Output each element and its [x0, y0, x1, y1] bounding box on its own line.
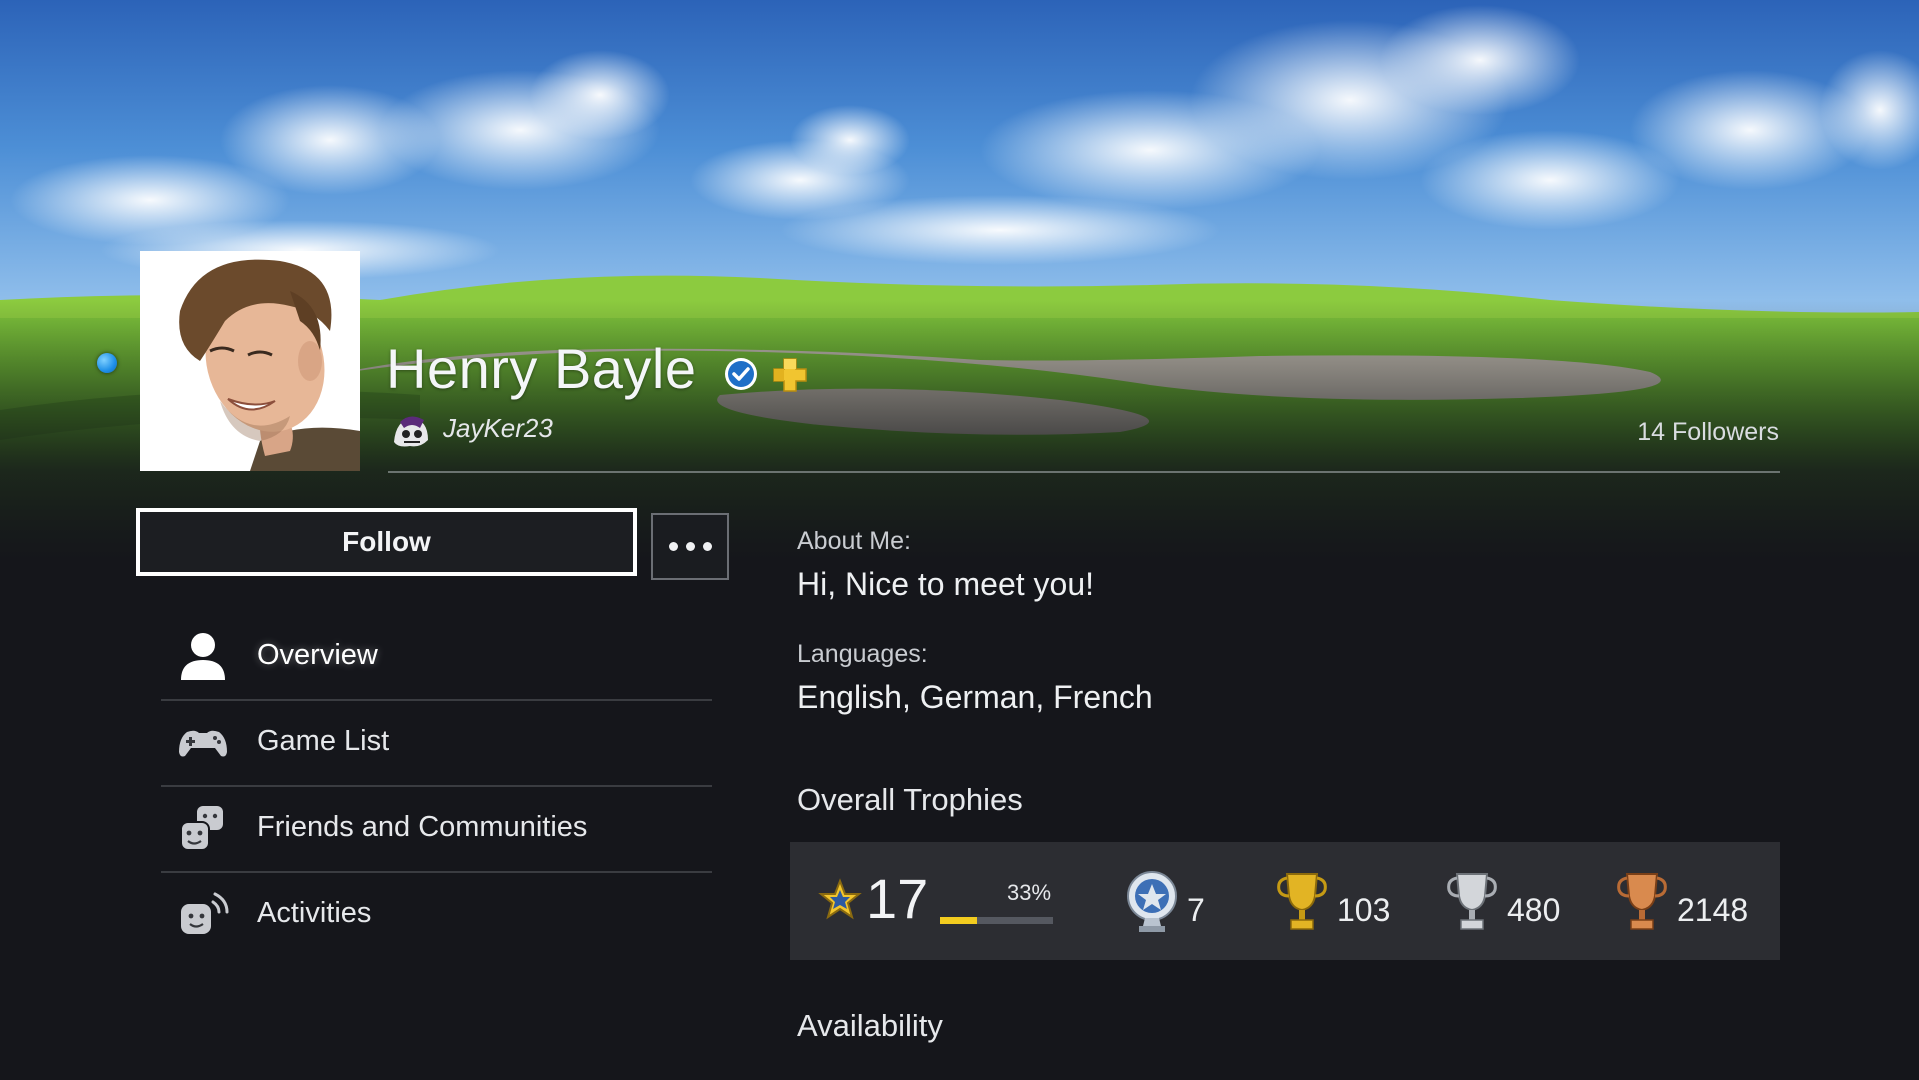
follow-button[interactable]: Follow: [136, 508, 637, 576]
online-status-indicator: [97, 353, 117, 373]
profile-avatar-photo: [140, 251, 360, 471]
gold-count: 103: [1337, 892, 1391, 928]
bronze-count: 2148: [1677, 892, 1749, 928]
about-me-text: Hi, Nice to meet you!: [797, 566, 1094, 602]
platinum-count: 7: [1187, 892, 1205, 928]
activity-icon: [181, 892, 229, 934]
about-me-label: About Me:: [797, 527, 911, 555]
person-icon: [181, 633, 225, 680]
nav-item-label: Overview: [257, 639, 378, 671]
nav-item-activities[interactable]: Activities: [161, 873, 712, 957]
friends-icon: [180, 806, 223, 851]
nav-item-label: Activities: [257, 897, 372, 929]
more-options-button[interactable]: [651, 513, 729, 580]
silver-count: 480: [1507, 892, 1561, 928]
online-id: JayKer23: [443, 413, 553, 443]
ellipsis-icon: [668, 542, 678, 551]
nav-item-label: Friends and Communities: [257, 811, 588, 843]
header-divider: [388, 471, 1780, 473]
nav-item-overview[interactable]: Overview: [161, 615, 712, 701]
profile-display-name: Henry Bayle: [386, 337, 697, 400]
gamepad-icon: [179, 730, 227, 757]
bronze-trophy-icon: [1617, 873, 1667, 930]
followers-count[interactable]: 14 Followers: [1637, 418, 1779, 447]
verified-badge-icon: [725, 358, 757, 390]
platinum-trophy-icon: [1127, 871, 1177, 932]
online-id-avatar-icon: [394, 416, 428, 447]
languages-text: English, German, French: [797, 679, 1153, 715]
silver-trophy-icon: [1447, 873, 1497, 930]
trophy-level: 17: [866, 867, 929, 930]
level-progress-fill: [940, 917, 978, 924]
level-progress-bar: [940, 917, 1053, 924]
languages-label: Languages:: [797, 640, 928, 668]
trophy-summary-panel[interactable]: 17 33% 7 103 480 2148: [790, 842, 1780, 960]
overall-trophies-title: Overall Trophies: [797, 782, 1023, 817]
playstation-plus-icon: [773, 358, 807, 392]
trophy-level-star-icon: [818, 878, 862, 920]
nav-item-label: Game List: [257, 725, 390, 757]
level-progress-percent: 33%: [1007, 880, 1052, 905]
gold-trophy-icon: [1277, 873, 1327, 930]
availability-title: Availability: [797, 1008, 943, 1043]
nav-item-game-list[interactable]: Game List: [161, 701, 712, 787]
nav-item-friends-and-communities[interactable]: Friends and Communities: [161, 787, 712, 873]
profile-nav-list: Overview Game List Friends and Communiti…: [161, 615, 712, 957]
